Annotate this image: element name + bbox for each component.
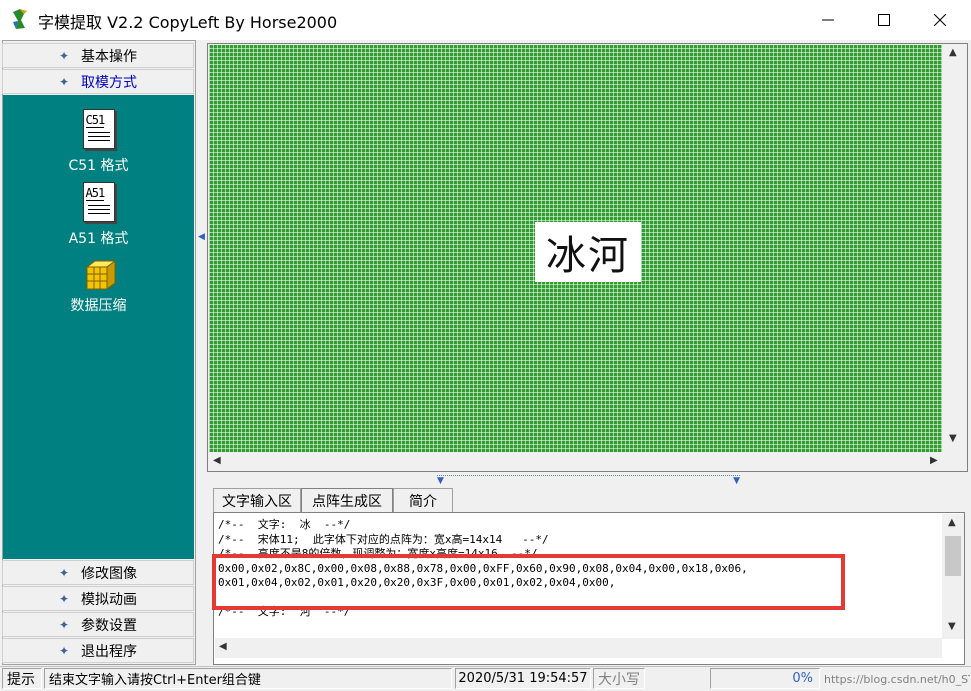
canvas-vertical-scrollbar[interactable]: ▲ ▼ [943,45,965,452]
nav-label: 参数设置 [81,617,138,634]
splitter-left-arrow-icon[interactable]: ◀ [198,232,206,242]
tab-text-input[interactable]: 文字输入区 [213,488,301,512]
nav-label: 修改图像 [81,565,138,582]
scroll-down-icon[interactable]: ▼ [949,433,957,444]
star-icon: ✦ [58,48,70,63]
scroll-down-icon[interactable]: ▼ [948,621,956,632]
close-button[interactable] [912,0,968,40]
minimize-button[interactable] [800,0,856,40]
c51-doc-icon: C51 [82,109,115,149]
nav-label: 取模方式 [81,74,138,91]
highlight-box [212,554,845,610]
nav-simulate-animation[interactable]: ✦ 模拟动画 [2,586,194,611]
a51-label: A51 格式 [68,231,129,247]
cube-icon [79,259,119,291]
a51-format-tool[interactable]: A51 A51 格式 [3,182,194,248]
canvas-horizontal-scrollbar[interactable]: ◀ ▶ [209,452,942,471]
window-title: 字模提取 V2.2 CopyLeft By Horse2000 [38,13,338,32]
app-icon [10,8,30,30]
nav-parameter-settings[interactable]: ✦ 参数设置 [2,612,194,637]
star-icon: ✦ [58,643,70,658]
scroll-left-icon[interactable]: ◀ [219,641,227,652]
status-hint: 提示 [2,668,42,689]
star-icon: ✦ [58,591,70,606]
compress-tool[interactable]: 数据压缩 [3,259,194,315]
nav-label: 退出程序 [81,643,138,660]
scroll-left-icon[interactable]: ◀ [213,455,221,466]
a51-doc-icon: A51 [82,182,115,222]
status-progress: 0% [710,668,820,689]
tab-matrix-output[interactable]: 点阵生成区 [301,488,393,512]
nav-label: 基本操作 [81,48,138,65]
glyph-text: 冰河 [546,233,630,279]
nav-mode[interactable]: ✦ 取模方式 [2,69,194,94]
star-icon: ✦ [58,617,70,632]
star-icon: ✦ [58,74,70,89]
status-message: 结束文字输入请按Ctrl+Enter组合键 [44,668,452,689]
watermark: https://blog.csdn.net/h0_ST中文论坛 [824,672,970,686]
c51-icon-label: C51 [85,113,105,128]
splitter-down-icon[interactable]: ▼ [733,476,740,486]
compress-label: 数据压缩 [70,298,127,314]
tool-panel: C51 C51 格式 A51 A51 格式 数据压缩 [3,95,194,559]
scroll-up-icon[interactable]: ▲ [949,47,957,58]
splitter-horizontal[interactable]: ▼ ▼ [437,475,740,486]
nav-edit-image[interactable]: ✦ 修改图像 [2,560,194,585]
status-time: 2020/5/31 19:54:57 [455,668,591,689]
scroll-thumb[interactable] [945,536,961,576]
nav-label: 模拟动画 [81,591,138,608]
scroll-right-icon[interactable]: ▶ [930,455,938,466]
tab-intro[interactable]: 简介 [393,488,453,512]
c51-format-tool[interactable]: C51 C51 格式 [3,109,194,175]
c51-label: C51 格式 [68,158,129,174]
glyph-preview: 冰河 [535,222,641,282]
scroll-up-icon[interactable]: ▲ [948,517,956,528]
output-vertical-scrollbar[interactable]: ▲ ▼ [942,514,964,639]
nav-exit-program[interactable]: ✦ 退出程序 [2,638,194,663]
output-horizontal-scrollbar[interactable]: ◀ [215,638,942,658]
status-caps: 大小写 [593,668,645,689]
splitter-down-icon[interactable]: ▼ [437,476,444,486]
star-icon: ✦ [58,565,70,580]
maximize-button[interactable] [856,0,912,40]
a51-icon-label: A51 [85,186,105,201]
nav-basic-operations[interactable]: ✦ 基本操作 [2,43,194,68]
